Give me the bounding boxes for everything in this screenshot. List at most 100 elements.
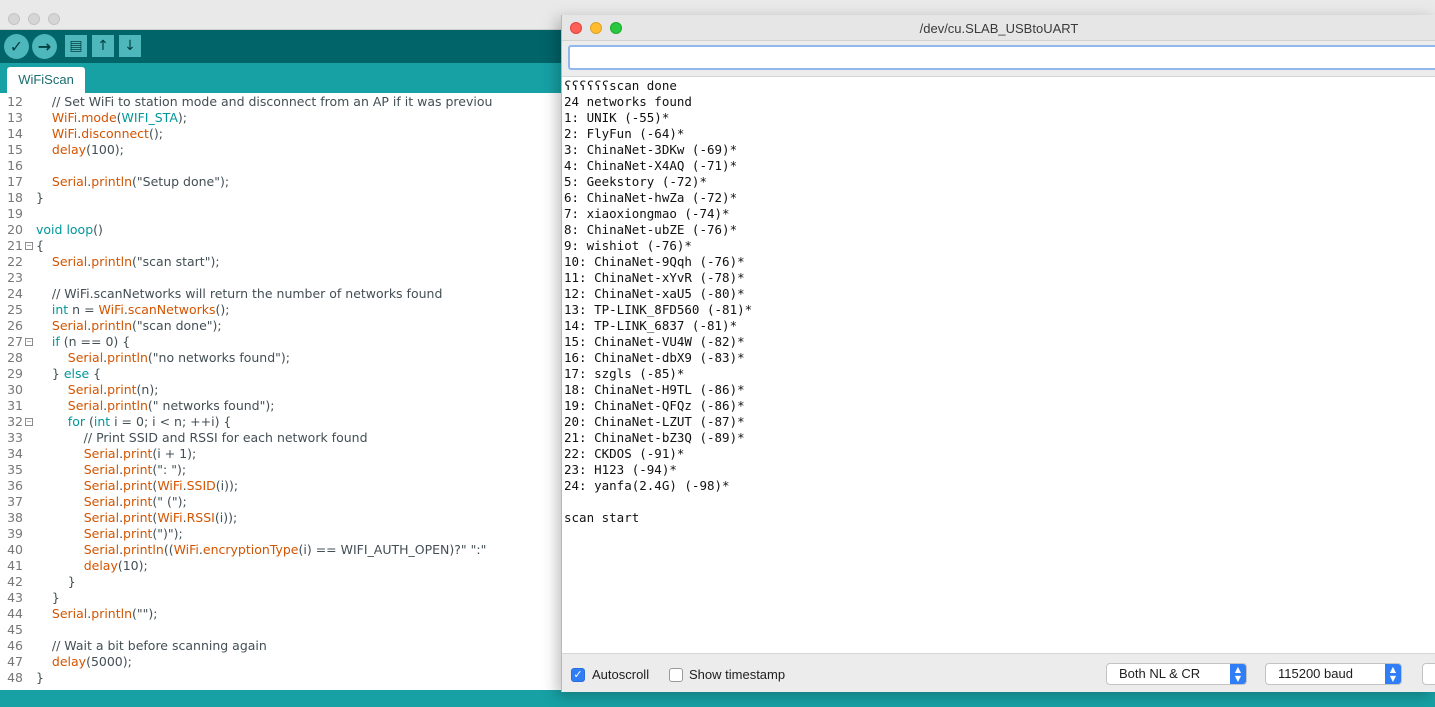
code-text: Serial.print(": "); — [36, 462, 186, 478]
code-token: RSSI — [186, 510, 215, 525]
verify-button[interactable]: ✓ — [4, 34, 29, 59]
code-text: { — [36, 238, 44, 254]
line-number: 48 — [7, 670, 23, 685]
fold-toggle-icon[interactable]: − — [25, 338, 33, 346]
serial-output-line: 16: ChinaNet-dbX9 (-83)* — [564, 350, 745, 365]
code-line: 39 Serial.print(")"); — [0, 526, 565, 542]
serial-output-line: 9: wishiot (-76)* — [564, 238, 692, 253]
baud-rate-select[interactable]: 115200 baud ▲ ▼ — [1265, 663, 1402, 685]
serial-output-line: scan start — [564, 510, 640, 525]
code-token: Serial — [83, 462, 120, 477]
fold-toggle-icon[interactable]: − — [25, 418, 33, 426]
code-token: Serial — [51, 606, 88, 621]
save-sketch-button[interactable]: ↓ — [119, 35, 141, 57]
autoscroll-checkbox[interactable]: ✓ — [571, 668, 585, 682]
line-number: 37 — [7, 494, 23, 509]
code-token: (" networks found"); — [147, 398, 275, 413]
code-line: 44 Serial.println(""); — [0, 606, 565, 622]
open-sketch-button[interactable]: ↑ — [92, 35, 114, 57]
code-text: Serial.println("scan start"); — [36, 254, 220, 270]
code-text: } else { — [36, 366, 101, 382]
baud-rate-value: 115200 baud — [1278, 666, 1353, 681]
code-token: delay — [83, 558, 118, 573]
code-token: int — [51, 302, 69, 317]
code-token: (""); — [132, 606, 158, 621]
code-token: loop — [66, 222, 94, 237]
show-timestamp-checkbox[interactable] — [669, 668, 683, 682]
code-line: 36 Serial.print(WiFi.SSID(i)); — [0, 478, 565, 494]
line-number: 22 — [7, 254, 23, 269]
code-token: (); — [215, 302, 230, 317]
code-text: Serial.print(WiFi.SSID(i)); — [36, 478, 238, 494]
code-line: 43 } — [0, 590, 565, 606]
code-token: WiFi — [98, 302, 124, 317]
code-token: ("no networks found"); — [147, 350, 291, 365]
code-line: 17 Serial.println("Setup done"); — [0, 174, 565, 190]
code-token: println — [91, 254, 133, 269]
code-token: (" ("); — [152, 494, 187, 509]
arrow-down-icon: ↓ — [124, 38, 136, 54]
code-token: (5000); — [86, 654, 132, 669]
line-number: 17 — [7, 174, 23, 189]
code-token: ("scan start"); — [132, 254, 220, 269]
line-number: 19 — [7, 206, 23, 221]
code-token: (n == 0) { — [59, 334, 131, 349]
code-token: ); — [177, 110, 187, 125]
code-editor[interactable]: 12 // Set WiFi to station mode and disco… — [0, 93, 565, 690]
code-token: println — [107, 398, 148, 413]
serial-output-line: 7: xiaoxiongmao (-74)* — [564, 206, 730, 221]
code-text: Serial.println("scan done"); — [36, 318, 222, 334]
code-token: (10); — [117, 558, 148, 573]
ide-close-button[interactable] — [8, 13, 20, 25]
code-line: 23 — [0, 270, 565, 286]
code-token: (")"); — [152, 526, 183, 541]
serial-output-line: 4: ChinaNet-X4AQ (-71)* — [564, 158, 738, 173]
code-token: Serial — [67, 382, 104, 397]
code-token: print — [107, 382, 137, 397]
line-number: 31 — [7, 398, 23, 413]
serial-output-line: 24 networks found — [564, 94, 692, 109]
serial-send-input[interactable] — [568, 45, 1435, 70]
serial-output-line: 13: TP-LINK_8FD560 (-81)* — [564, 302, 753, 317]
arrow-right-icon: → — [37, 37, 52, 56]
code-token: for — [67, 414, 85, 429]
chevron-updown-icon: ▲ ▼ — [1230, 664, 1246, 684]
code-line: 26 Serial.println("scan done"); — [0, 318, 565, 334]
code-token: WiFi — [51, 110, 78, 125]
ide-minimize-button[interactable] — [28, 13, 40, 25]
code-token: // Wait a bit before scanning again — [36, 638, 267, 653]
line-number: 34 — [7, 446, 23, 461]
code-token: Serial — [83, 446, 120, 461]
serial-output-line: 5: Geekstory (-72)* — [564, 174, 707, 189]
fold-toggle-icon[interactable]: − — [25, 242, 33, 250]
code-token: Serial — [83, 526, 120, 541]
new-sketch-button[interactable]: ▤ — [65, 35, 87, 57]
line-number: 25 — [7, 302, 23, 317]
clear-output-button[interactable] — [1422, 663, 1435, 685]
tab-wifiscan[interactable]: WiFiScan — [7, 67, 85, 93]
code-token: delay — [51, 142, 87, 157]
serial-output-area[interactable]: ʕʕʕʕʕʕscan done 24 networks found 1: UNIK … — [562, 76, 1435, 654]
code-line: 47 delay(5000); — [0, 654, 565, 670]
line-ending-select[interactable]: Both NL & CR ▲ ▼ — [1106, 663, 1247, 685]
ide-statusbar — [0, 690, 1435, 707]
code-token: Serial — [67, 350, 104, 365]
code-text: if (n == 0) { — [36, 334, 130, 350]
code-text: delay(10); — [36, 558, 148, 574]
code-line: 34 Serial.print(i + 1); — [0, 446, 565, 462]
code-line: 12 // Set WiFi to station mode and disco… — [0, 94, 565, 110]
serial-monitor-titlebar: /dev/cu.SLAB_USBtoUART — [562, 15, 1435, 41]
upload-button[interactable]: → — [32, 34, 57, 59]
code-text: void loop() — [36, 222, 103, 238]
code-token: } — [36, 574, 76, 589]
line-number: 21 — [7, 238, 23, 253]
code-token: { — [36, 238, 44, 253]
line-number: 29 — [7, 366, 23, 381]
line-number: 28 — [7, 350, 23, 365]
line-number: 13 — [7, 110, 23, 125]
ide-zoom-button[interactable] — [48, 13, 60, 25]
